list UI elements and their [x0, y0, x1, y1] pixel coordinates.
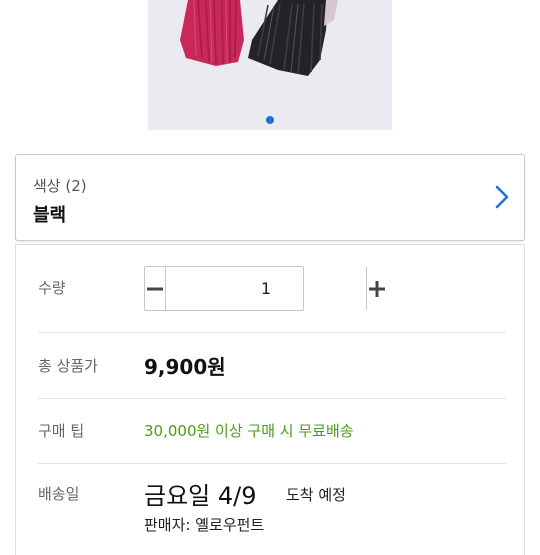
free-shipping-tip: 30,000원 이상 구매 시 무료배송	[144, 422, 354, 440]
carousel-dot-active[interactable]	[266, 116, 274, 124]
delivery-suffix: 도착 예정	[286, 486, 346, 504]
decrease-quantity-button[interactable]	[145, 267, 166, 310]
option-label: 색상 (2)	[33, 177, 87, 195]
purchase-tip-row: 구매 팁 30,000원 이상 구매 시 무료배송	[16, 399, 524, 462]
minus-icon	[147, 287, 163, 290]
quantity-label: 수량	[38, 279, 66, 297]
delivery-row: 배송일 금요일 4/9 도착 예정 판매자: 옐로우펀트	[16, 464, 524, 554]
delivery-label: 배송일	[38, 485, 80, 503]
purchase-tip-label: 구매 팁	[38, 422, 85, 440]
pink-tassel-graphic	[180, 0, 244, 66]
total-price-value: 9,900원	[144, 355, 226, 379]
tassel-illustration	[148, 0, 392, 130]
total-price-row: 총 상품가 9,900원	[16, 333, 524, 397]
chevron-right-icon[interactable]	[494, 184, 510, 210]
quantity-stepper	[144, 266, 385, 311]
color-option-selector[interactable]: 색상 (2) 블랙	[15, 154, 525, 241]
increase-quantity-button[interactable]	[366, 267, 387, 310]
option-selected-value: 블랙	[33, 205, 67, 226]
seller-name[interactable]: 판매자: 옐로우펀트	[144, 514, 264, 535]
order-details-panel: 수량 총 상품가 9,900원 구매 팁 30,000원 이상 구매 시 무료배…	[15, 244, 525, 555]
delivery-date: 금요일 4/9	[144, 482, 257, 510]
total-price-label: 총 상품가	[38, 357, 98, 375]
quantity-input[interactable]	[166, 267, 366, 310]
quantity-row: 수량	[16, 245, 524, 331]
product-image[interactable]	[148, 0, 392, 130]
plus-icon	[369, 280, 385, 297]
